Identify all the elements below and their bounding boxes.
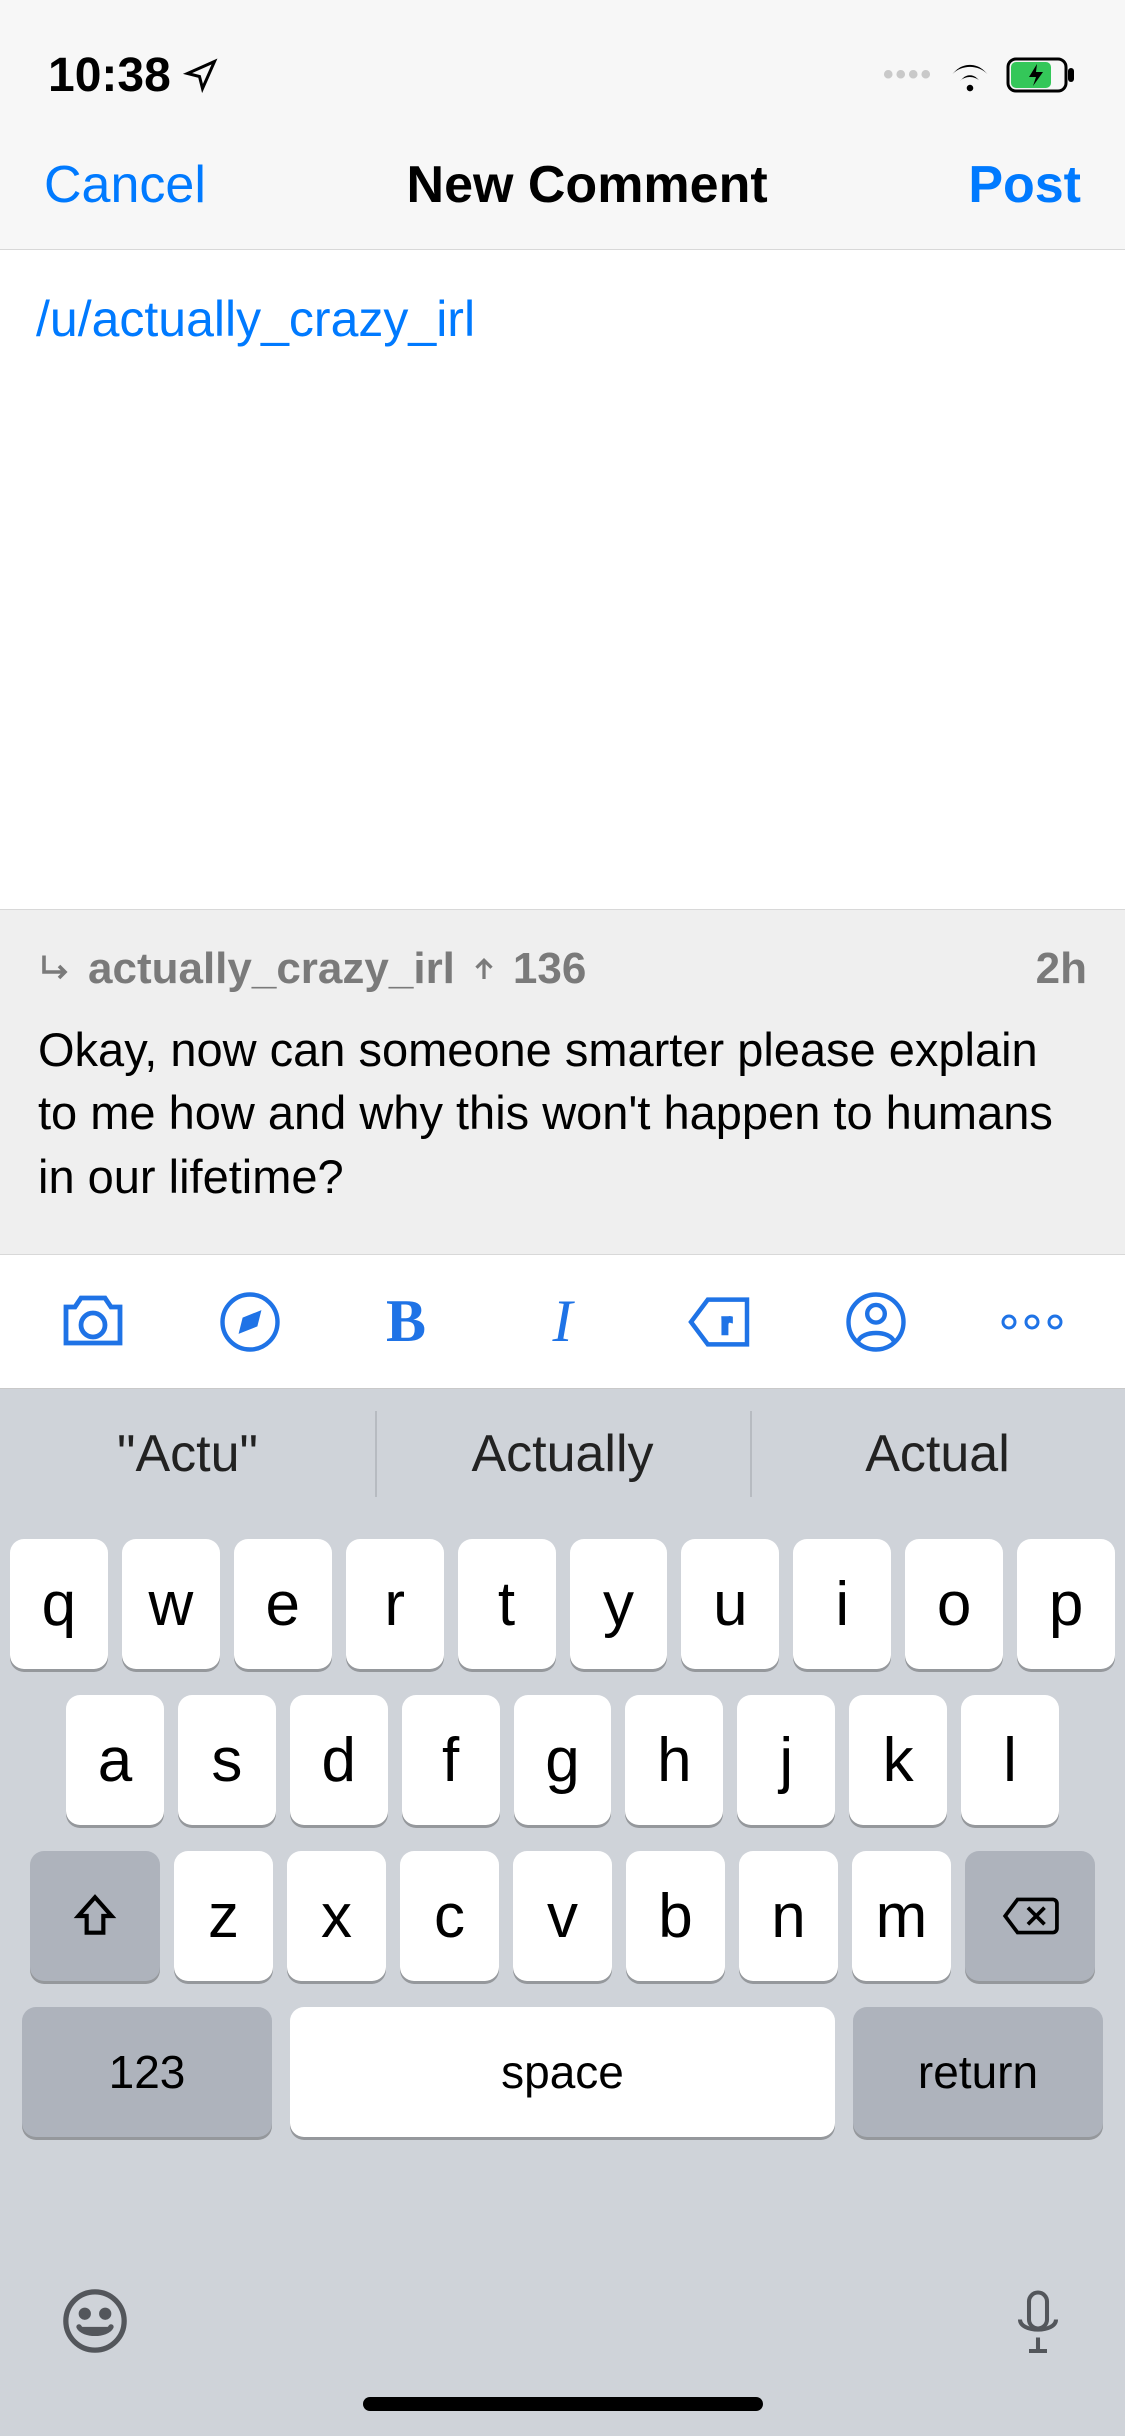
key-h[interactable]: h [625, 1695, 723, 1825]
backspace-key[interactable] [965, 1851, 1095, 1981]
quoted-upvotes: 136 [513, 944, 586, 994]
key-r[interactable]: r [346, 1539, 444, 1669]
key-a[interactable]: a [66, 1695, 164, 1825]
key-t[interactable]: t [458, 1539, 556, 1669]
format-toolbar: B I r [0, 1255, 1125, 1389]
key-s[interactable]: s [178, 1695, 276, 1825]
key-d[interactable]: d [290, 1695, 388, 1825]
quoted-author: actually_crazy_irl [88, 944, 455, 994]
upvote-arrow-icon [469, 954, 499, 984]
keyboard-row-2: a s d f g h j k l [10, 1695, 1115, 1825]
shift-key[interactable] [30, 1851, 160, 1981]
backspace-icon [1001, 1895, 1059, 1937]
quoted-meta: actually_crazy_irl 136 2h [38, 944, 1087, 994]
keyboard-suggestions: "Actu" Actually Actual [0, 1389, 1125, 1519]
microphone-icon [1011, 2286, 1065, 2362]
status-bar: 10:38 •••• [0, 0, 1125, 120]
composer-area[interactable]: /u/actually_crazy_irl [0, 250, 1125, 910]
status-time: 10:38 [48, 48, 171, 103]
key-y[interactable]: y [570, 1539, 668, 1669]
location-icon [183, 57, 219, 93]
quoted-age: 2h [1036, 944, 1087, 994]
key-u[interactable]: u [681, 1539, 779, 1669]
tag-button[interactable]: r [674, 1277, 764, 1367]
bold-button[interactable]: B [361, 1277, 451, 1367]
nav-bar: Cancel New Comment Post [0, 120, 1125, 250]
space-key[interactable]: space [290, 2007, 835, 2137]
key-i[interactable]: i [793, 1539, 891, 1669]
page-title: New Comment [407, 155, 768, 215]
key-b[interactable]: b [626, 1851, 725, 1981]
compass-icon [217, 1289, 283, 1355]
return-key[interactable]: return [853, 2007, 1103, 2137]
key-m[interactable]: m [852, 1851, 951, 1981]
reply-arrow-icon [38, 951, 74, 987]
key-o[interactable]: o [905, 1539, 1003, 1669]
camera-button[interactable] [48, 1277, 138, 1367]
battery-charging-icon [1007, 58, 1077, 92]
shift-icon [70, 1891, 120, 1941]
signal-dots-icon: •••• [883, 58, 933, 92]
tag-icon: r [685, 1294, 753, 1350]
home-indicator[interactable] [363, 2397, 763, 2411]
suggestion-1[interactable]: Actually [375, 1389, 750, 1519]
dictation-button[interactable] [1011, 2286, 1065, 2367]
svg-text:r: r [722, 1308, 731, 1339]
more-button[interactable] [987, 1277, 1077, 1367]
cancel-button[interactable]: Cancel [44, 155, 206, 215]
key-c[interactable]: c [400, 1851, 499, 1981]
emoji-button[interactable] [60, 2286, 130, 2361]
numbers-key[interactable]: 123 [22, 2007, 272, 2137]
key-v[interactable]: v [513, 1851, 612, 1981]
key-z[interactable]: z [174, 1851, 273, 1981]
key-f[interactable]: f [402, 1695, 500, 1825]
quoted-comment: actually_crazy_irl 136 2h Okay, now can … [0, 910, 1125, 1255]
key-x[interactable]: x [287, 1851, 386, 1981]
keyboard-row-3: z x c v b n m [10, 1851, 1115, 1981]
suggestion-0[interactable]: "Actu" [0, 1389, 375, 1519]
keyboard-row-4: 123 space return [10, 2007, 1115, 2137]
key-e[interactable]: e [234, 1539, 332, 1669]
mention-text[interactable]: /u/actually_crazy_irl [36, 291, 475, 347]
key-n[interactable]: n [739, 1851, 838, 1981]
key-p[interactable]: p [1017, 1539, 1115, 1669]
more-icon [997, 1312, 1067, 1332]
keyboard: q w e r t y u i o p a s d f g h j k l z … [0, 1519, 1125, 2256]
person-circle-icon [843, 1289, 909, 1355]
key-g[interactable]: g [514, 1695, 612, 1825]
wifi-icon [947, 57, 993, 93]
key-w[interactable]: w [122, 1539, 220, 1669]
post-button[interactable]: Post [968, 155, 1081, 215]
camera-icon [56, 1292, 130, 1352]
key-k[interactable]: k [849, 1695, 947, 1825]
key-l[interactable]: l [961, 1695, 1059, 1825]
quoted-body: Okay, now can someone smarter please exp… [38, 1018, 1087, 1208]
keyboard-row-1: q w e r t y u i o p [10, 1539, 1115, 1669]
key-q[interactable]: q [10, 1539, 108, 1669]
italic-button[interactable]: I [518, 1277, 608, 1367]
emoji-icon [60, 2286, 130, 2356]
suggestion-2[interactable]: Actual [750, 1389, 1125, 1519]
status-left: 10:38 [48, 48, 219, 103]
safari-button[interactable] [205, 1277, 295, 1367]
status-right: •••• [883, 57, 1077, 93]
user-button[interactable] [831, 1277, 921, 1367]
key-j[interactable]: j [737, 1695, 835, 1825]
